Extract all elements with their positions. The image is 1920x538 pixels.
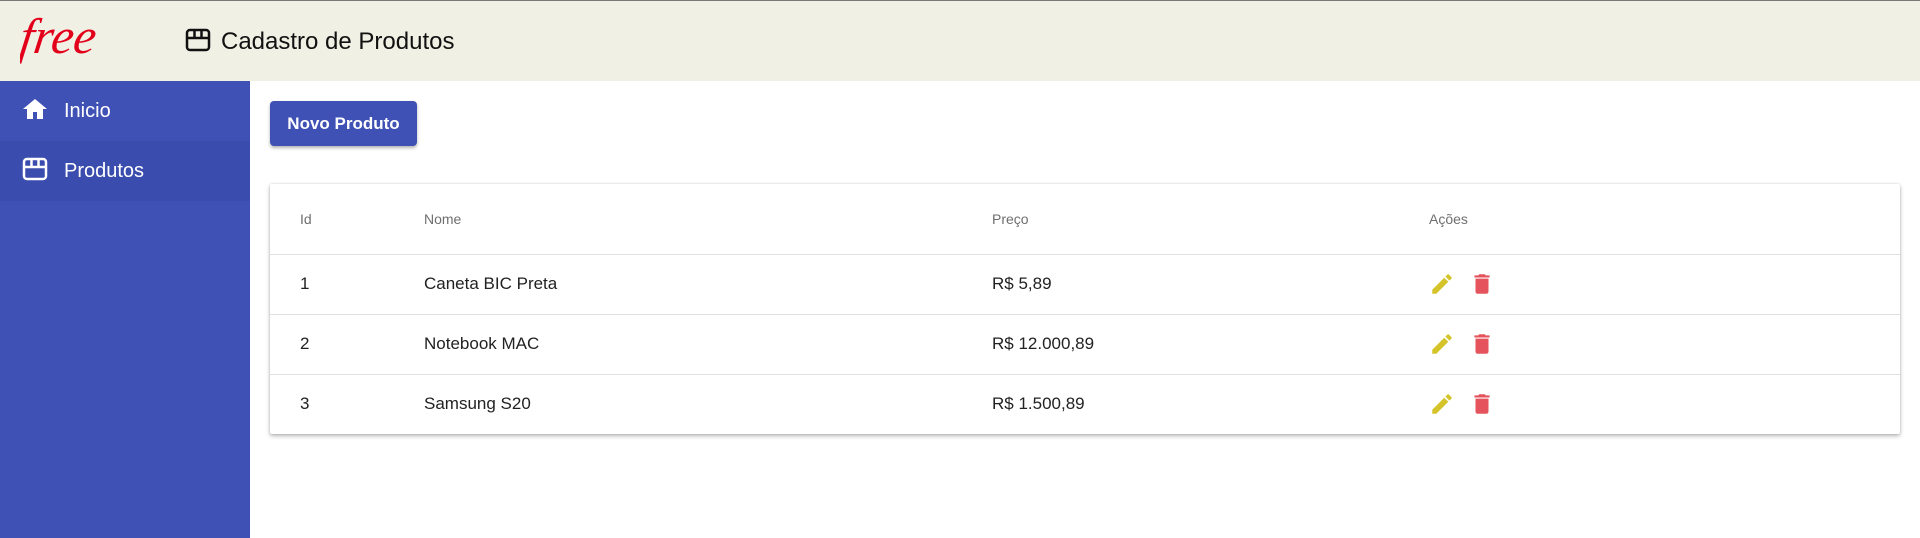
column-header-acoes: Ações [1429, 184, 1900, 255]
store-icon [185, 28, 211, 57]
cell-acoes [1429, 374, 1900, 434]
new-product-button[interactable]: Novo Produto [270, 101, 417, 146]
free-logo[interactable]: free [20, 11, 155, 69]
column-header-id: Id [270, 184, 424, 255]
products-table-card: Id Nome Preço Ações 1 Caneta BIC Preta R… [270, 184, 1900, 434]
page-title-group: Cadastro de Produtos [185, 27, 454, 57]
cell-nome: Caneta BIC Preta [424, 254, 992, 315]
cell-preco: R$ 12.000,89 [992, 314, 1429, 375]
cell-nome: Samsung S20 [424, 394, 531, 414]
row-actions [1429, 331, 1900, 357]
edit-pencil-icon[interactable] [1429, 391, 1455, 417]
home-icon [22, 97, 48, 126]
top-bar: free Cadastro de Produtos [0, 0, 1920, 81]
delete-trash-icon[interactable] [1469, 331, 1495, 357]
table-row: 1 Caneta BIC Preta R$ 5,89 [270, 254, 1900, 315]
cell-id: 2 [270, 314, 424, 375]
row-actions [1429, 271, 1900, 297]
delete-trash-icon[interactable] [1469, 391, 1495, 417]
products-table: Id Nome Preço Ações 1 Caneta BIC Preta R… [270, 184, 1900, 434]
cell-id: 1 [270, 254, 424, 315]
cell-acoes [1429, 314, 1900, 375]
edit-pencil-icon[interactable] [1429, 271, 1455, 297]
cell-id: 3 [300, 394, 310, 414]
table-row: 3 Samsung S20 R$ 1.500,89 [270, 374, 1900, 434]
sidebar-item-label: Produtos [64, 159, 145, 182]
page-title: Cadastro de Produtos [221, 28, 455, 55]
column-header-nome: Nome [424, 184, 992, 255]
table-header-row: Id Nome Preço Ações [270, 184, 1900, 255]
sidebar: Inicio Produtos [0, 81, 250, 538]
edit-pencil-icon[interactable] [1429, 331, 1455, 357]
delete-trash-icon[interactable] [1469, 271, 1495, 297]
main-content: Novo Produto Id Nome Preço Ações 1 Canet… [250, 81, 1920, 538]
sidebar-item-label: Inicio [64, 99, 111, 122]
row-actions [1429, 391, 1900, 417]
table-row: 2 Notebook MAC R$ 12.000,89 [270, 314, 1900, 375]
sidebar-item-produtos[interactable]: Produtos [0, 141, 250, 201]
svg-text:free: free [20, 11, 100, 64]
store-icon [22, 157, 48, 186]
sidebar-item-inicio[interactable]: Inicio [0, 81, 250, 141]
column-header-preco: Preço [992, 184, 1429, 255]
cell-preco: R$ 1.500,89 [992, 394, 1085, 414]
cell-acoes [1429, 254, 1900, 315]
cell-preco: R$ 5,89 [992, 254, 1429, 315]
cell-nome: Notebook MAC [424, 314, 992, 375]
